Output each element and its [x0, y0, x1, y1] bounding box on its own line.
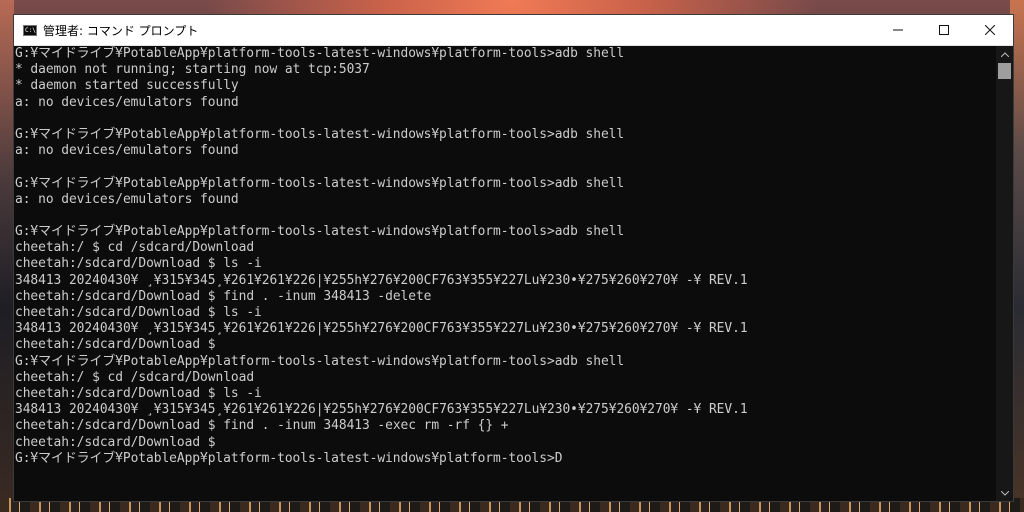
- console-line: cheetah:/sdcard/Download $ find . -inum …: [15, 288, 432, 304]
- console-line: 348413 20240430¥ ¸¥315¥345¸¥261¥261¥226|…: [15, 272, 748, 288]
- console-line: a: no devices/emulators found: [15, 191, 239, 207]
- minimize-icon: [893, 29, 903, 31]
- console-line: G:¥マイドライブ¥PotableApp¥platform-tools-late…: [15, 46, 625, 61]
- console-line: G:¥マイドライブ¥PotableApp¥platform-tools-late…: [15, 224, 625, 240]
- console-line: G:¥マイドライブ¥PotableApp¥platform-tools-late…: [15, 353, 625, 369]
- console-line: cheetah:/sdcard/Download $ ls -i: [15, 385, 262, 401]
- console-line: cheetah:/sdcard/Download $ find . -inum …: [15, 418, 509, 434]
- window-title: 管理者: コマンド プロンプト: [43, 23, 199, 38]
- scroll-down-button[interactable]: [996, 485, 1013, 501]
- command-prompt-window: C:\ 管理者: コマンド プロンプト G:¥マイドライブ¥PotableApp…: [13, 14, 1014, 502]
- console-line: a: no devices/emulators found: [15, 143, 239, 159]
- console-line: G:¥マイドライブ¥PotableApp¥platform-tools-late…: [15, 450, 563, 466]
- vertical-scrollbar[interactable]: [996, 46, 1013, 501]
- console-line: cheetah:/sdcard/Download $ ls -i: [15, 256, 262, 272]
- maximize-icon: [939, 25, 949, 35]
- close-button[interactable]: [967, 15, 1013, 45]
- console-line: * daemon not running; starting now at tc…: [15, 62, 370, 78]
- console-icon: C:\: [23, 24, 37, 36]
- scrollbar-thumb[interactable]: [998, 63, 1011, 79]
- desktop-background-left: [0, 0, 14, 512]
- console-line: cheetah:/sdcard/Download $: [15, 434, 216, 450]
- console-line: cheetah:/sdcard/Download $: [15, 337, 216, 353]
- console-line: cheetah:/ $ cd /sdcard/Download: [15, 369, 255, 385]
- console-line: 348413 20240430¥ ¸¥315¥345¸¥261¥261¥226|…: [15, 402, 748, 418]
- console-output[interactable]: G:¥マイドライブ¥PotableApp¥platform-tools-late…: [14, 46, 996, 501]
- console-line: * daemon started successfully: [15, 78, 239, 94]
- title-bar[interactable]: C:\ 管理者: コマンド プロンプト: [14, 15, 1013, 46]
- scroll-up-button[interactable]: [996, 46, 1013, 62]
- maximize-button[interactable]: [921, 15, 967, 45]
- console-line: cheetah:/sdcard/Download $ ls -i: [15, 305, 262, 320]
- console-line: G:¥マイドライブ¥PotableApp¥platform-tools-late…: [15, 126, 625, 142]
- minimize-button[interactable]: [875, 15, 921, 45]
- console-line: G:¥マイドライブ¥PotableApp¥platform-tools-late…: [15, 175, 625, 191]
- close-icon: [985, 25, 995, 35]
- console-line: a: no devices/emulators found: [15, 94, 239, 110]
- chevron-down-icon: [1000, 490, 1009, 496]
- console-line: cheetah:/ $ cd /sdcard/Download: [15, 240, 255, 256]
- console-line: 348413 20240430¥ ¸¥315¥345¸¥261¥261¥226|…: [15, 321, 748, 337]
- chevron-up-icon: [1000, 51, 1009, 57]
